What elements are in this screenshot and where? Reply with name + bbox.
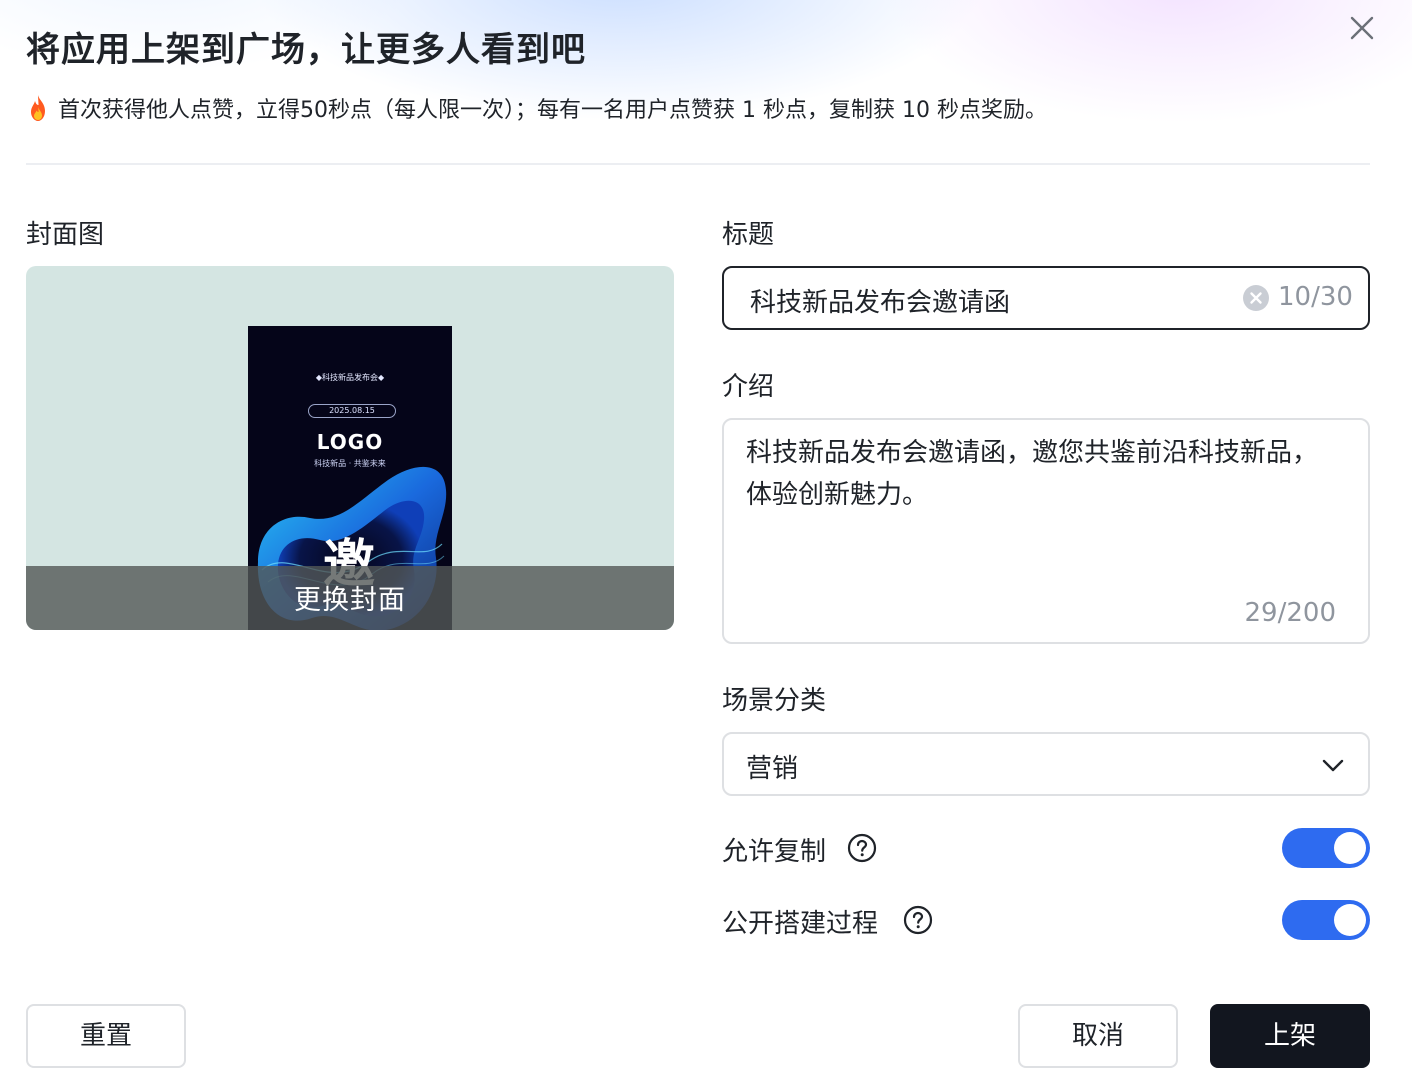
public-process-toggle[interactable] [1282, 900, 1370, 940]
allow-copy-label: 允许复制 [722, 837, 827, 867]
publish-dialog: 将应用上架到广场，让更多人看到吧 首次获得他人点赞，立得50秒点（每人限一次）；… [0, 0, 1412, 1090]
toggle-knob [1334, 904, 1366, 936]
dialog-title: 将应用上架到广场，让更多人看到吧 [26, 30, 586, 70]
poster-date: 2025.08.15 [308, 404, 396, 418]
reset-button[interactable]: 重置 [26, 1004, 186, 1068]
public-process-label: 公开搭建过程 [722, 909, 879, 939]
category-label: 场景分类 [722, 686, 827, 716]
cover-preview[interactable]: ◆科技新品发布会◆ 2025.08.15 LOGO 科技新品 · 共鉴未来 邀 … [26, 266, 674, 630]
clear-icon[interactable] [1242, 284, 1270, 312]
fire-icon [31, 95, 45, 121]
close-button[interactable] [1344, 10, 1380, 46]
title-input[interactable]: 科技新品发布会邀请函 10/30 [722, 266, 1370, 330]
poster-heading: ◆科技新品发布会◆ [315, 373, 385, 382]
toggle-knob [1334, 832, 1366, 864]
cancel-button[interactable]: 取消 [1018, 1004, 1178, 1068]
intro-textarea-value[interactable]: 科技新品发布会邀请函，邀您共鉴前沿科技新品，体验创新魅力。 [746, 432, 1336, 516]
cover-label: 封面图 [26, 220, 105, 250]
reward-notice: 首次获得他人点赞，立得50秒点（每人限一次）；每有一名用户点赞获 1 秒点，复制… [26, 92, 1047, 124]
title-label: 标题 [722, 220, 775, 250]
allow-copy-toggle[interactable] [1282, 828, 1370, 868]
intro-textarea[interactable]: 科技新品发布会邀请函，邀您共鉴前沿科技新品，体验创新魅力。 29/200 [722, 418, 1370, 644]
header-divider [26, 163, 1370, 165]
notice-text: 首次获得他人点赞，立得50秒点（每人限一次）；每有一名用户点赞获 1 秒点，复制… [58, 98, 1047, 123]
intro-label: 介绍 [722, 372, 775, 402]
intro-char-count: 29/200 [1244, 598, 1336, 628]
help-icon[interactable] [847, 833, 877, 863]
close-icon [1350, 16, 1374, 40]
poster-logo: LOGO [316, 430, 384, 454]
title-input-value[interactable]: 科技新品发布会邀请函 [750, 282, 1010, 319]
category-select-value: 营销 [746, 754, 799, 784]
title-char-count: 10/30 [1278, 282, 1353, 312]
help-icon[interactable] [903, 905, 933, 935]
publish-button[interactable]: 上架 [1210, 1004, 1370, 1068]
poster-tagline: 科技新品 · 共鉴未来 [314, 459, 386, 468]
change-cover-button[interactable]: 更换封面 [26, 578, 674, 617]
chevron-down-icon [1322, 759, 1344, 772]
category-select[interactable]: 营销 [722, 732, 1370, 796]
